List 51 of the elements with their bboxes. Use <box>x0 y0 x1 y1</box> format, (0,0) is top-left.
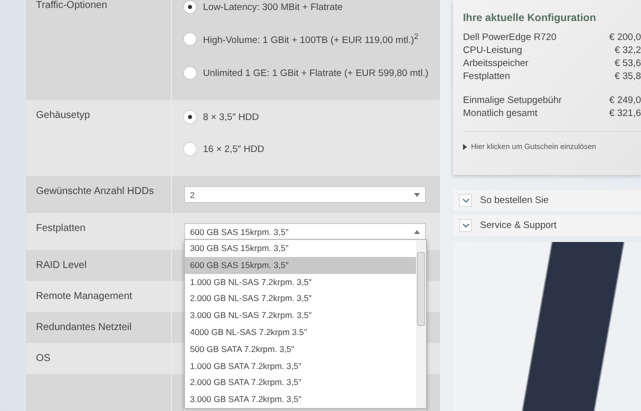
dropdown-option[interactable]: 500 GB SATA 7.2krpm. 3,5″ <box>185 340 416 358</box>
dropdown-option[interactable]: 4000 GB NL-SAS 7.2krpm 3.5'' <box>185 324 416 341</box>
accordion-item[interactable]: So bestellen Sie <box>453 190 641 211</box>
option-label: Low-Latency: 300 MBit + Flatrate <box>203 2 343 12</box>
radio-button[interactable] <box>184 33 196 45</box>
field-label: Festplatten <box>36 223 86 234</box>
option-label: 16 × 2,5″ HDD <box>203 144 264 154</box>
chevron-icon <box>463 144 467 150</box>
item-label: Festplatten <box>463 70 510 83</box>
item-price: € 35,8 <box>614 70 641 83</box>
field-label: Gewünschte Anzahl HDDs <box>36 186 154 197</box>
radio-button[interactable] <box>184 111 196 123</box>
total-label: Monatlich gesamt <box>463 107 538 120</box>
total-price: € 249,0 <box>609 94 641 107</box>
total-label: Einmalige Setupgebühr <box>463 94 562 107</box>
caret-icon <box>414 230 420 234</box>
dropdown-option[interactable]: 1.000 GB SATA 7.2krpm. 3,5″ <box>185 358 416 374</box>
field-label: Gehäusetyp <box>36 110 90 121</box>
item-price: € 200,0 <box>609 31 641 44</box>
option-label: High-Volume: 1 GBit + 100TB (+ EUR 119,00 mtl.)$^{2}$ <box>203 32 418 46</box>
chevron-icon <box>459 219 472 232</box>
caret-icon <box>414 192 420 196</box>
dropdown-option[interactable]: 600 GB SAS 15krpm. 3,5″ <box>185 256 416 274</box>
card-title: Ihre aktuelle Konfiguration <box>463 12 598 24</box>
dropdown-option[interactable]: 3.000 GB NL-SAS 7.2krpm. 3,5″ <box>185 307 416 324</box>
scrollbar[interactable] <box>416 240 426 408</box>
field-label: RAID Level <box>36 260 87 271</box>
chevron-icon <box>459 194 472 207</box>
radio-button[interactable] <box>184 1 196 13</box>
field-label: Remote Management <box>36 291 132 302</box>
dropdown-option[interactable]: 1.000 GB NL-SAS 7.2krpm. 3,5″ <box>185 274 416 290</box>
radio-button[interactable] <box>184 67 196 79</box>
field-label: Traffic-Optionen <box>36 0 108 11</box>
radio-button[interactable] <box>184 143 196 155</box>
option-label: Unlimited 1 GE: 1 GBit + Flatrate (+ EUR 599,80 mtl.) <box>203 68 428 78</box>
item-label: Arbeitsspeicher <box>463 57 528 70</box>
dropdown-option[interactable]: 2.000 GB NL-SAS 7.2krpm. 3,5″ <box>185 290 416 308</box>
dropdown-option[interactable]: 300 GB SAS 15krpm. 3,5″ <box>185 240 416 257</box>
select-field[interactable]: 600 GB SAS 15krpm. 3,5″ <box>184 223 426 240</box>
dropdown-option[interactable]: 3.000 GB SATA 7.2krpm. 3,5″ <box>185 391 416 408</box>
select-field[interactable]: 2 <box>184 186 426 203</box>
dropdown-option[interactable]: 2.000 GB SATA 7.2krpm. 3,5″ <box>185 374 416 392</box>
field-label: OS <box>36 353 50 364</box>
total-price: € 321,6 <box>609 107 641 120</box>
accordion-item[interactable]: Service & Support <box>453 215 641 236</box>
item-label: Dell PowerEdge R720 <box>463 31 556 44</box>
item-price: € 32,2 <box>614 44 641 57</box>
option-label: 8 × 3,5″ HDD <box>203 112 259 122</box>
item-price: € 53,6 <box>614 57 641 70</box>
item-label: CPU-Leistung <box>463 44 522 57</box>
field-label: Redundantes Netzteil <box>36 322 132 333</box>
